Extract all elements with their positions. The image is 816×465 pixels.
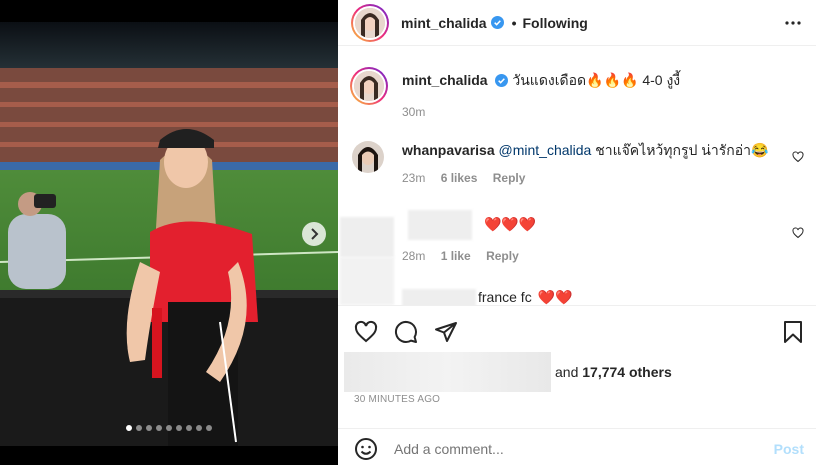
comment-like-heart-icon[interactable] — [792, 227, 804, 239]
post-comment-button[interactable]: Post — [774, 441, 804, 457]
blurred-likers — [344, 352, 551, 392]
comment-row: ❤️❤️❤️ 28m 1 like Reply — [402, 215, 536, 265]
share-icon[interactable] — [434, 320, 458, 344]
caption-text: วันแดงเดือด🔥🔥🔥 4-0 งูงี้ — [512, 72, 681, 88]
carousel-dot — [186, 425, 192, 431]
verified-badge-icon — [495, 74, 509, 87]
comment-text: ชาแจ๊คไหว้ทุกรูป น่ารักอ่า😂 — [595, 142, 769, 158]
comment-icon[interactable] — [394, 320, 418, 344]
chevron-right-icon — [311, 228, 319, 240]
carousel-dot — [136, 425, 142, 431]
following-button[interactable]: Following — [523, 15, 588, 31]
comments-list: mint_chalida วันแดงเดือด🔥🔥🔥 4-0 งูงี้ 30… — [338, 47, 816, 305]
author-avatar-ring[interactable] — [351, 3, 389, 42]
author-username[interactable]: mint_chalida — [401, 15, 487, 31]
caption-row: mint_chalida วันแดงเดือด🔥🔥🔥 4-0 งูงี้ 30… — [350, 67, 681, 121]
comment-likes[interactable]: 1 like — [441, 249, 471, 263]
carousel-indicator — [0, 425, 338, 431]
avatar — [354, 71, 384, 101]
reply-button[interactable]: Reply — [493, 171, 526, 185]
caption-time: 30m — [402, 105, 426, 119]
comment-username[interactable]: whanpavarisa — [402, 142, 495, 158]
post-photo[interactable] — [0, 22, 338, 446]
blurred-avatar — [340, 217, 394, 257]
carousel-dot — [146, 425, 152, 431]
header-separator: • — [511, 14, 517, 31]
comment-text: ❤️❤️ — [537, 289, 573, 305]
carousel-dot — [196, 425, 202, 431]
next-photo-button[interactable] — [302, 222, 326, 246]
comment-mention[interactable]: @mint_chalida — [499, 142, 592, 158]
reply-button[interactable]: Reply — [486, 249, 519, 263]
comment-time: 28m — [402, 249, 426, 263]
comment-likes[interactable]: 6 likes — [441, 171, 478, 185]
likes-prefix: and — [555, 364, 579, 380]
post-media — [0, 0, 338, 465]
carousel-dot — [156, 425, 162, 431]
action-bar — [338, 305, 816, 357]
comment-like-heart-icon[interactable] — [792, 151, 804, 163]
post-panel: mint_chalida • Following mint_chalida วั… — [338, 0, 816, 465]
blurred-username — [402, 289, 476, 305]
add-comment-bar: Post — [338, 428, 816, 465]
emoji-icon[interactable] — [354, 437, 378, 461]
likes-summary: and 17,774 others — [344, 352, 672, 392]
heart-icon[interactable] — [354, 320, 378, 344]
comment-row: whanpavarisa @mint_chalida ชาแจ๊คไหว้ทุก… — [352, 141, 804, 187]
comment-username[interactable]: france fc — [478, 289, 532, 305]
comment-row: france fc ❤️❤️ — [478, 289, 573, 305]
post-header: mint_chalida • Following — [338, 0, 816, 46]
caption-avatar-ring[interactable] — [350, 67, 388, 105]
caption-username[interactable]: mint_chalida — [402, 72, 488, 88]
blurred-avatar — [340, 257, 394, 305]
post-timestamp: 30 MINUTES AGO — [354, 394, 441, 405]
avatar — [355, 7, 385, 38]
avatar[interactable] — [352, 141, 384, 173]
bookmark-icon[interactable] — [782, 320, 804, 344]
verified-badge-icon — [490, 16, 504, 29]
carousel-dot — [166, 425, 172, 431]
carousel-dot — [206, 425, 212, 431]
carousel-dot — [176, 425, 182, 431]
carousel-dot — [126, 425, 132, 431]
comment-time: 23m — [402, 171, 426, 185]
comment-input[interactable] — [394, 441, 714, 457]
comment-text: ❤️❤️❤️ — [484, 216, 537, 232]
likes-count[interactable]: 17,774 others — [582, 364, 672, 380]
more-icon[interactable] — [784, 14, 802, 32]
